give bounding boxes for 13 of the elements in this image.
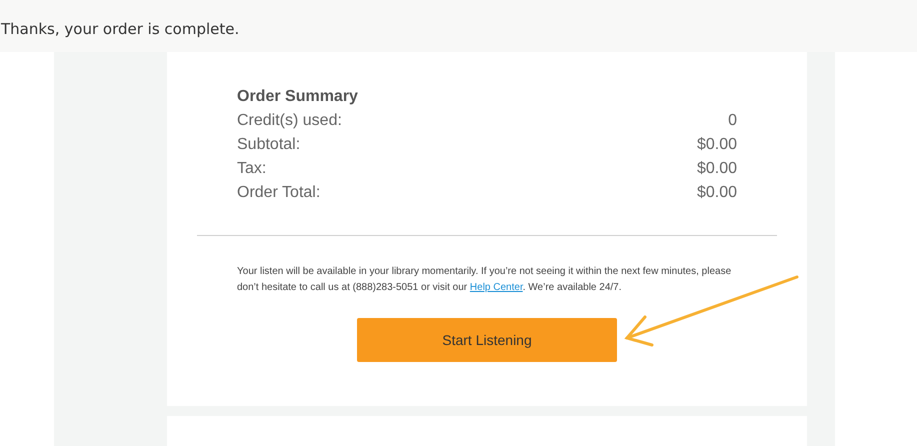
summary-label: Order Total:	[237, 183, 320, 203]
summary-value: 0	[728, 111, 737, 131]
summary-value: $0.00	[696, 159, 737, 179]
summary-value: $0.00	[696, 135, 737, 155]
info-paragraph: Your listen will be available in your library momentarily. If you’re not seeing it within the next few minutes, please don’t hesitate to call us at (888)283-5051 or visit our Help Center. We’re available 24/7.	[237, 265, 732, 295]
confirmation-message: Thanks, your order is complete.	[0, 18, 240, 40]
start-listening-button[interactable]: Start Listening	[357, 318, 617, 362]
summary-title: Order Summary	[237, 87, 359, 107]
summary-label: Tax:	[237, 159, 266, 179]
help-center-link[interactable]: Help Center	[470, 282, 523, 293]
summary-value: $0.00	[696, 183, 737, 203]
summary-label: Credit(s) used:	[237, 111, 342, 131]
summary-label: Subtotal:	[237, 135, 300, 155]
